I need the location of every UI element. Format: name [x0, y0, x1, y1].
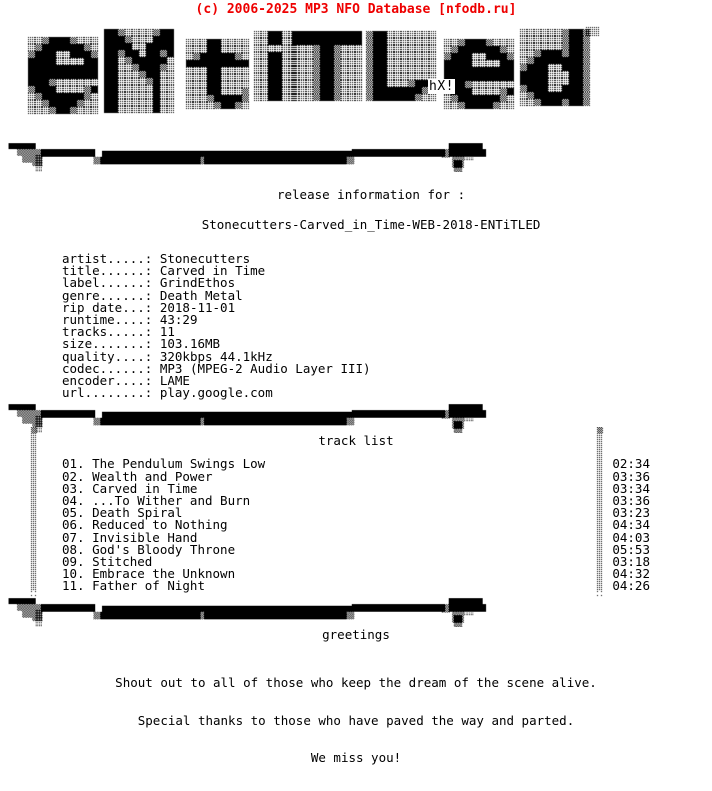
track-rows: 01. The Pendulum Swings Low 02:34 02. Weal… — [62, 458, 650, 594]
track-duration: 04:26 — [612, 578, 650, 594]
greetings-line-1: Shout out to all of those who keep the d… — [115, 674, 597, 690]
section-divider-ascii — [0, 138, 606, 172]
release-field-row: url........: play.google.com — [62, 385, 712, 401]
release-field-key: url........: — [62, 385, 153, 401]
release-info-heading: release information for : Stonecutters-C… — [0, 172, 712, 247]
section-divider-ascii — [0, 399, 606, 434]
greetings-line-2: Special thanks to those who have paved t… — [137, 712, 575, 728]
track-list-right-rail — [594, 427, 606, 603]
release-field-value: play.google.com — [152, 385, 273, 401]
track-list-section: track list 01. The Pendulum Swings Low 02… — [0, 399, 712, 603]
release-name: Stonecutters-Carved_in_Time-WEB-2018-ENT… — [201, 217, 541, 232]
greetings-line-3: We miss you! — [310, 750, 402, 766]
copyright-bar: (c) 2006-2025 MP3 NFO Database [nfodb.ru… — [195, 2, 517, 17]
greetings-section: greetings Shout out to all of those who … — [0, 592, 712, 791]
group-tag: hX! — [428, 79, 455, 94]
track-title: 11. Father of Night — [62, 578, 205, 594]
release-info-heading-line1: release information for : — [276, 187, 466, 202]
section-divider-ascii — [0, 592, 606, 627]
track-row: 11. Father of Night 04:26 — [62, 578, 650, 594]
ascii-logo-canvas — [0, 23, 712, 138]
release-fields-list: artist.....: Stonecutters title......: Ca… — [62, 252, 712, 401]
track-list-left-rail — [28, 427, 40, 603]
ascii-logo: hX! — [0, 23, 712, 138]
release-information-section: release information for : Stonecutters-C… — [0, 138, 712, 399]
greetings-heading: greetings — [322, 626, 390, 642]
greetings-text: Shout out to all of those who keep the d… — [0, 652, 712, 791]
